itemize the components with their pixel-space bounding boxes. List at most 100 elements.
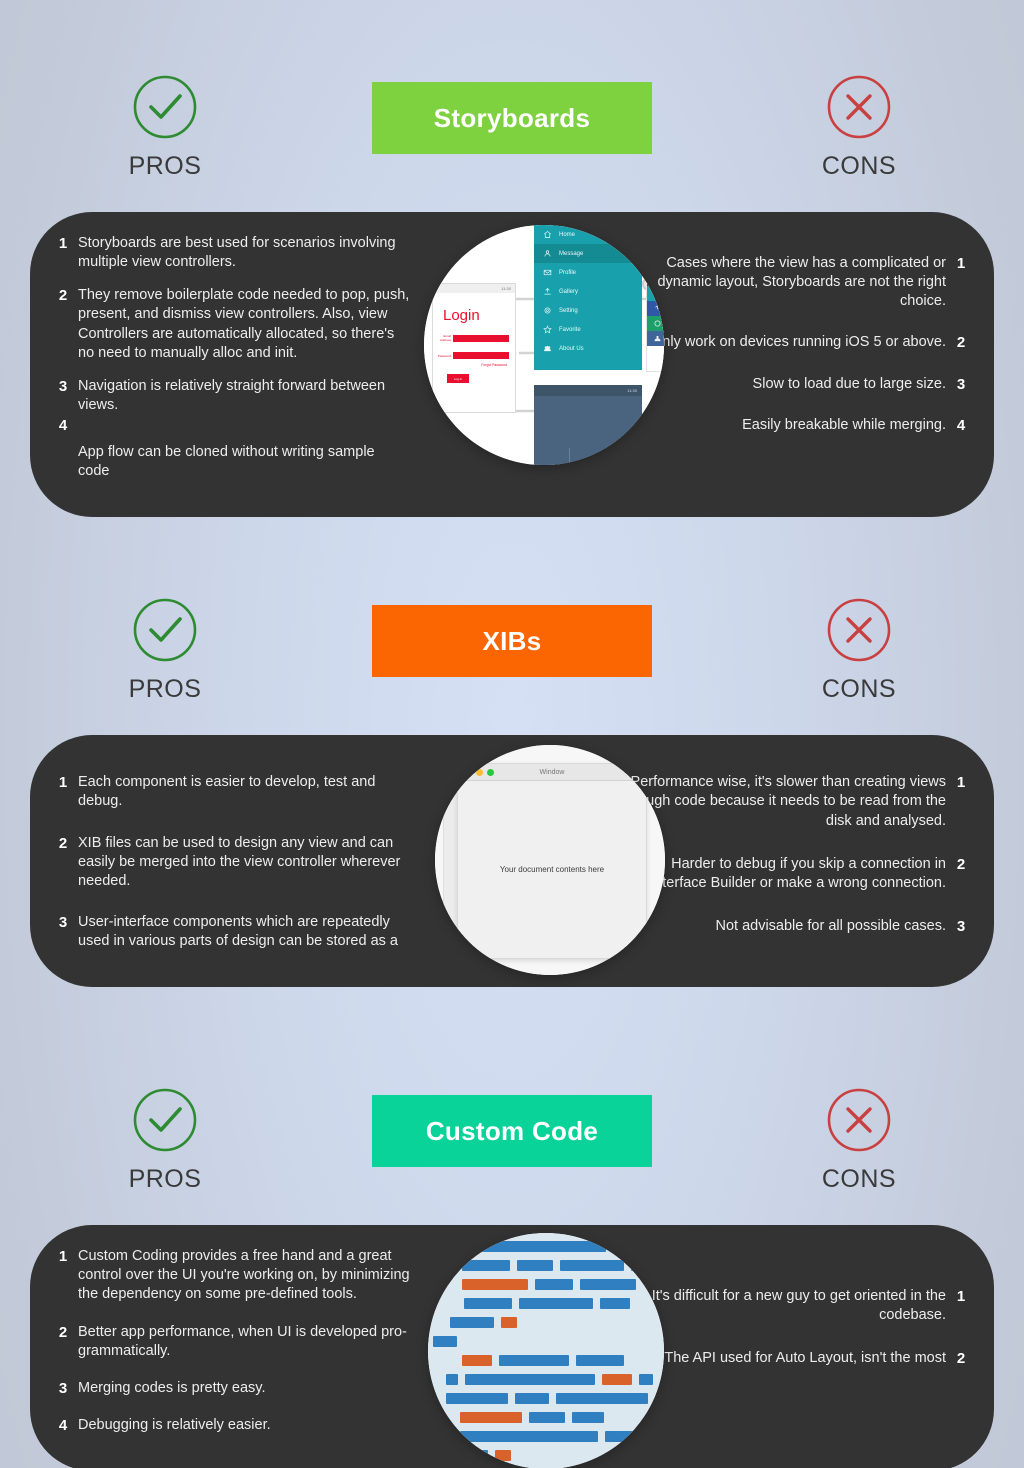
custom-code-header-row: PROS Custom Code CONS [0, 1085, 1024, 1225]
cons-judge-custom-code: CONS [784, 1085, 934, 1194]
banner-title-custom-code: Custom Code [425, 1115, 599, 1146]
menu-item-profile[interactable]: Profile [534, 263, 642, 282]
list-item: 2 They remove boilerplate code needed to… [48, 286, 410, 363]
check-circle-icon [133, 75, 197, 139]
panel-storyboards: 1 Storyboards are best used for scenario… [30, 212, 994, 518]
status-time: 11:30 [501, 285, 511, 291]
section-storyboards: PROS Storyboards CONS 1 Storyboards are … [0, 0, 1024, 518]
pros-judge-xibs: PROS [90, 595, 240, 704]
list-item: 1 Storyboards are best used for scenario… [48, 234, 410, 272]
menu-item-message[interactable]: Message [534, 244, 642, 263]
x-circle-icon [827, 1088, 891, 1152]
item-text: App flow can be cloned without writing s… [78, 444, 375, 480]
item-number: 3 [58, 1379, 68, 1397]
list-item: 2 Better app performance, when UI is dev… [48, 1323, 410, 1361]
item-number: 4 [58, 1416, 68, 1434]
person-icon [544, 250, 551, 257]
item-number: 4 [58, 417, 68, 434]
item-number: 1 [58, 235, 68, 252]
item-text: User-interface components which are repe… [78, 913, 398, 949]
item-number: 1 [956, 255, 966, 272]
item-text: Better app performance, when UI is devel… [78, 1323, 407, 1359]
pros-label: PROS [128, 675, 202, 704]
panel-custom-code: 1 Custom Coding provides a free hand and… [30, 1225, 994, 1468]
item-number: 3 [956, 917, 966, 935]
cons-judge-xibs: CONS [784, 595, 934, 704]
group-icon [544, 345, 551, 352]
list-item: Only work on devices running iOS 5 or ab… [614, 333, 976, 352]
list-item: Performance wise, it's slower than creat… [614, 773, 976, 830]
list-item: Easily breakable while merging. 4 [614, 416, 976, 435]
section-custom-code: PROS Custom Code CONS 1 Custom Coding pr… [0, 987, 1024, 1468]
mac-window-mockup: Window Your document contents here [457, 763, 647, 960]
pros-list-storyboards: 1 Storyboards are best used for scenario… [30, 212, 410, 517]
grid-screen-mockup: 11:30 [534, 385, 642, 465]
list-item: 1 Custom Coding provides a free hand and… [48, 1247, 410, 1304]
password-field[interactable] [453, 352, 509, 359]
item-number: 3 [58, 377, 68, 395]
secondary-row[interactable]: Setting [647, 316, 664, 331]
pros-label: PROS [128, 152, 202, 180]
item-number: 1 [58, 774, 68, 792]
xibs-header-row: PROS XIBs CONS [0, 595, 1024, 735]
grid-cell [606, 448, 642, 465]
home-icon [543, 231, 552, 238]
menu-label: Gallery [559, 288, 579, 295]
login-screen-mockup: 11:30 Login Email Address Password Forgo… [432, 283, 516, 413]
item-text: XIB files can be used to design any view… [78, 834, 401, 889]
item-number: 3 [58, 913, 68, 931]
item-number: 2 [956, 334, 966, 352]
email-field[interactable] [453, 334, 509, 342]
menu-item-gallery[interactable]: Gallery [534, 282, 642, 301]
menu-screen-mockup: Home Message Profile Gallery Setting Fav… [534, 225, 642, 370]
code-blocks-art [428, 1233, 664, 1468]
phone-status-bar: 11:30 [433, 284, 515, 293]
list-item: It's difficult for a new guy to get orie… [614, 1287, 976, 1325]
list-item: 1 Each component is easier to develop, t… [48, 773, 410, 811]
item-number: 4 [956, 416, 966, 434]
menu-item-home[interactable]: Home [534, 225, 642, 244]
email-field-row: Email Address [435, 334, 515, 342]
list-item: 3 User-interface components which are re… [48, 913, 410, 951]
menu-item-about-us[interactable]: About Us [534, 339, 642, 358]
star-icon [543, 325, 552, 334]
item-text: Merging codes is pretty easy. [78, 1379, 266, 1396]
item-number: 2 [58, 1323, 68, 1341]
cons-list-xibs: Performance wise, it's slower than creat… [614, 735, 994, 972]
list-item: 3 Merging codes is pretty easy. [48, 1379, 410, 1398]
gear-icon [654, 320, 661, 327]
mac-window-art: Window Your document contents here [435, 745, 665, 976]
cons-label: CONS [821, 675, 897, 704]
item-text: Custom Coding provides a free hand and a… [78, 1248, 410, 1303]
login-title: Login [443, 307, 480, 324]
secondary-row[interactable]: Gallery [647, 301, 664, 316]
item-text: Each component is easier to develop, tes… [78, 774, 376, 810]
item-text: They remove boilerplate code needed to p… [78, 287, 410, 361]
secondary-row[interactable]: About Us [647, 331, 664, 346]
banner-xibs: XIBs [372, 605, 652, 678]
menu-label: Home [559, 231, 576, 238]
secondary-row[interactable]: Profile [647, 286, 664, 301]
item-number: 2 [956, 855, 966, 873]
item-number: 1 [956, 1288, 966, 1306]
list-item: The API used for Auto Layout, isn't the … [614, 1349, 976, 1368]
cons-list-storyboards: Cases where the view has a complicated o… [614, 212, 994, 471]
envelope-icon [543, 269, 552, 276]
cons-judge-storyboards: CONS [784, 72, 934, 181]
login-button[interactable]: Log In [447, 374, 469, 383]
item-number: 1 [58, 1248, 68, 1266]
menu-item-setting[interactable]: Setting [534, 301, 642, 320]
check-circle-icon [133, 1088, 197, 1152]
storyboard-flow-art: 11:30 Login Email Address Password Forgo… [424, 225, 664, 465]
forgot-password-link[interactable]: Forgot Password [433, 363, 507, 367]
list-item: 4 Debugging is relatively easier. [48, 1416, 410, 1435]
illustration-storyboards: 11:30 Login Email Address Password Forgo… [424, 225, 664, 465]
item-text: Storyboards are best used for scenarios … [78, 235, 396, 271]
list-item: Harder to debug if you skip a connection… [614, 855, 976, 893]
check-circle-icon [133, 598, 197, 662]
menu-label: About Us [559, 345, 584, 352]
item-text: Debugging is relatively easier. [78, 1416, 271, 1433]
menu-item-favorite[interactable]: Favorite [534, 320, 642, 339]
email-field-label: Email Address [439, 334, 451, 342]
list-item: 2 XIB files can be used to design any vi… [48, 834, 410, 891]
